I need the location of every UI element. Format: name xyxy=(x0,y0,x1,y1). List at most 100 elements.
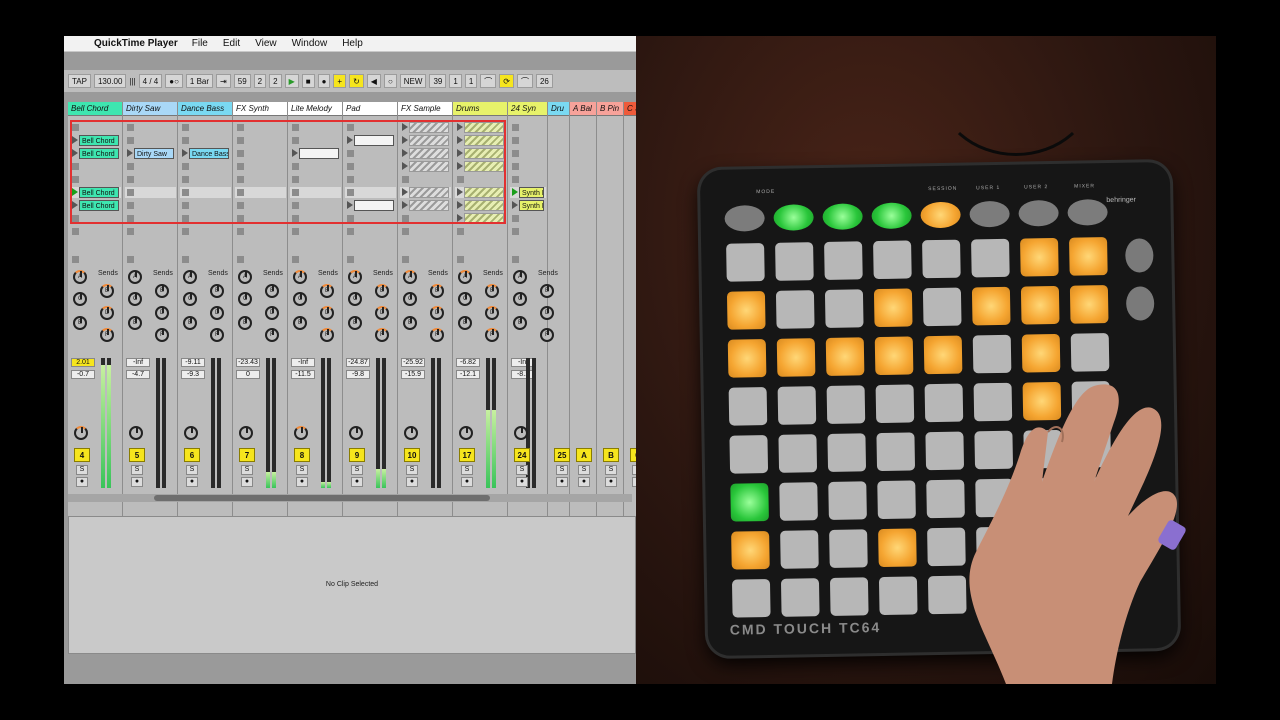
slot-stop-icon[interactable] xyxy=(347,215,354,222)
quantize-menu[interactable]: 1 Bar xyxy=(185,74,214,88)
clip-slot[interactable] xyxy=(125,135,176,146)
slot-stop-icon[interactable] xyxy=(347,150,354,157)
pad[interactable] xyxy=(874,336,914,376)
clip-slot[interactable] xyxy=(345,135,396,146)
overdub-icon[interactable]: + xyxy=(333,74,347,88)
slot-stop-icon[interactable] xyxy=(512,124,519,131)
app-menu[interactable]: QuickTime Player xyxy=(94,38,178,49)
clip[interactable]: Synth D xyxy=(519,187,544,198)
arm-icon[interactable]: ● xyxy=(406,477,418,487)
pad[interactable] xyxy=(825,337,865,376)
track-stop-icon[interactable] xyxy=(457,256,464,263)
slot-stop-icon[interactable] xyxy=(182,163,189,170)
automation-icon[interactable]: ↻ xyxy=(349,74,364,88)
slot-stop-icon[interactable] xyxy=(512,228,519,235)
clip-slot[interactable] xyxy=(235,161,286,172)
pad[interactable] xyxy=(778,434,818,473)
clip-slot[interactable] xyxy=(510,135,546,146)
clip[interactable] xyxy=(464,135,504,146)
solo-button[interactable]: S xyxy=(351,465,363,475)
solo-button[interactable]: S xyxy=(296,465,308,475)
slot-stop-icon[interactable] xyxy=(127,228,134,235)
clip[interactable] xyxy=(409,187,449,198)
slot-stop-icon[interactable] xyxy=(72,176,79,183)
scroll-thumb[interactable] xyxy=(154,495,490,501)
clip-slot[interactable] xyxy=(290,187,341,198)
menu-help[interactable]: Help xyxy=(342,38,363,49)
track-header[interactable]: Dirty Saw xyxy=(123,102,177,116)
clip-slot[interactable] xyxy=(70,226,121,237)
arm-icon[interactable]: ● xyxy=(76,477,88,487)
clip-slot[interactable] xyxy=(70,161,121,172)
pad[interactable] xyxy=(727,339,767,378)
track-stop-icon[interactable] xyxy=(127,256,134,263)
clip-slot[interactable] xyxy=(180,122,231,133)
volume-readout[interactable]: -23.43 xyxy=(236,358,260,367)
clip-slot[interactable] xyxy=(345,148,396,159)
track-header[interactable]: C Si xyxy=(624,102,636,116)
pan-knob[interactable] xyxy=(294,426,308,440)
solo-button[interactable]: S xyxy=(578,465,590,475)
slot-stop-icon[interactable] xyxy=(402,228,409,235)
slot-stop-icon[interactable] xyxy=(72,215,79,222)
clip-play-icon[interactable] xyxy=(402,162,408,170)
track-activator[interactable]: 7 xyxy=(239,448,255,462)
clip-play-icon[interactable] xyxy=(457,188,463,196)
record-icon[interactable]: ● xyxy=(317,74,331,88)
solo-button[interactable]: S xyxy=(241,465,253,475)
clip-slot[interactable] xyxy=(125,187,176,198)
pan-knob[interactable] xyxy=(74,426,88,440)
clip-slot[interactable] xyxy=(70,174,121,185)
clip-play-icon[interactable] xyxy=(347,136,353,144)
clip-slot[interactable]: Dirty Saw xyxy=(125,148,176,159)
clip-play-icon[interactable] xyxy=(512,188,518,196)
volume-readout[interactable]: -Inf xyxy=(291,358,315,367)
clip-slot[interactable] xyxy=(290,200,341,211)
clip-slot[interactable] xyxy=(510,122,546,133)
top-row-button-5[interactable] xyxy=(969,200,1010,228)
clip-slot[interactable] xyxy=(400,148,451,159)
song-position-bar[interactable]: 59 xyxy=(233,74,251,88)
clip-slot[interactable] xyxy=(235,148,286,159)
solo-button[interactable]: S xyxy=(556,465,568,475)
clip-slot[interactable] xyxy=(235,213,286,224)
volume-readout[interactable]: -9.11 xyxy=(181,358,205,367)
volume-readout[interactable]: -Inf xyxy=(126,358,150,367)
track-stop-icon[interactable] xyxy=(347,256,354,263)
clip-play-icon[interactable] xyxy=(72,188,78,196)
slot-stop-icon[interactable] xyxy=(512,215,519,222)
top-row-button-6[interactable] xyxy=(1018,199,1059,227)
clip[interactable] xyxy=(464,213,504,224)
top-row-button-1[interactable] xyxy=(773,204,814,231)
slot-stop-icon[interactable] xyxy=(292,137,299,144)
track-activator[interactable]: 10 xyxy=(404,448,420,462)
clip-slot[interactable] xyxy=(345,122,396,133)
track-activator[interactable]: 4 xyxy=(74,448,90,462)
clip-slot[interactable] xyxy=(400,174,451,185)
clip-slot[interactable] xyxy=(510,213,546,224)
clip-slot[interactable] xyxy=(235,122,286,133)
pad[interactable] xyxy=(1020,285,1060,325)
pad[interactable] xyxy=(922,239,961,279)
slot-stop-icon[interactable] xyxy=(237,215,244,222)
slot-stop-icon[interactable] xyxy=(237,163,244,170)
track-activator[interactable]: 9 xyxy=(349,448,365,462)
loop-switch-icon[interactable]: ⟳ xyxy=(499,74,514,88)
slot-stop-icon[interactable] xyxy=(127,124,134,131)
clip[interactable] xyxy=(464,122,504,133)
slot-stop-icon[interactable] xyxy=(292,124,299,131)
clip-slot[interactable] xyxy=(400,135,451,146)
track-header[interactable]: Dance Bass xyxy=(178,102,232,116)
slot-stop-icon[interactable] xyxy=(72,228,79,235)
pan-knob[interactable] xyxy=(459,426,473,440)
clip-slot[interactable]: Bell Chord xyxy=(70,135,121,146)
volume-readout[interactable]: -24.87 xyxy=(346,358,370,367)
track-stop-icon[interactable] xyxy=(402,256,409,263)
slot-stop-icon[interactable] xyxy=(127,163,134,170)
slot-stop-icon[interactable] xyxy=(182,137,189,144)
clip-slot[interactable] xyxy=(455,174,506,185)
clip[interactable] xyxy=(354,200,394,211)
track-stop-icon[interactable] xyxy=(512,256,519,263)
clip-slot[interactable] xyxy=(455,161,506,172)
slot-stop-icon[interactable] xyxy=(512,163,519,170)
